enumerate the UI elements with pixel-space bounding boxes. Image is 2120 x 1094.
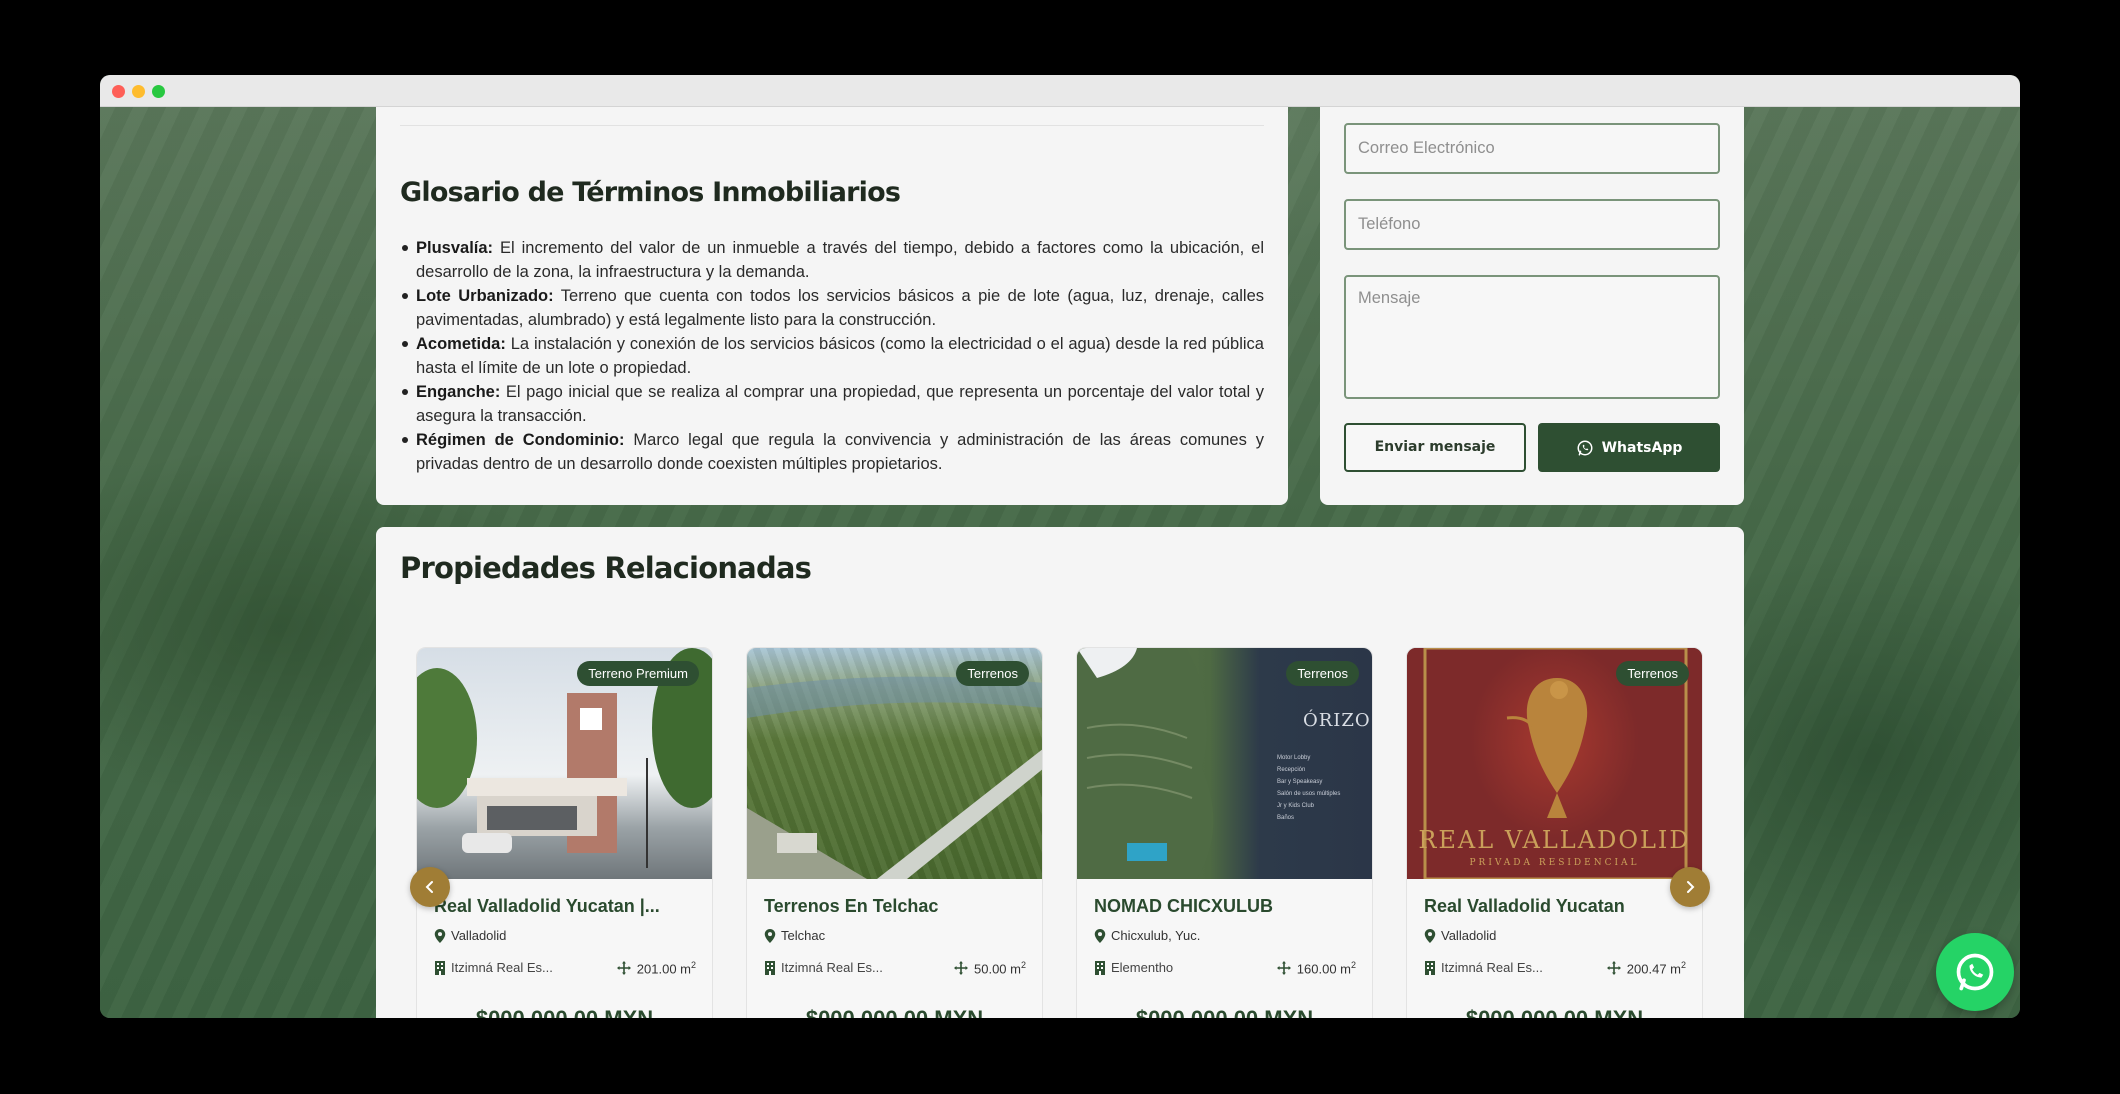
- building-icon: [1095, 960, 1105, 975]
- arrows-expand-icon: [954, 961, 968, 976]
- property-developer-text: Itzimná Real Es...: [451, 960, 553, 975]
- property-card[interactable]: REAL VALLADOLID PRIVADA RESIDENCIAL Terr…: [1406, 647, 1703, 1018]
- property-developer-text: Itzimná Real Es...: [1441, 960, 1543, 975]
- glossary-card: Glosario de Términos Inmobiliarios Plusv…: [376, 107, 1288, 505]
- minimize-window-button[interactable]: [132, 85, 145, 98]
- property-badge: Terrenos: [1286, 661, 1359, 686]
- maximize-window-button[interactable]: [152, 85, 165, 98]
- property-location-text: Valladolid: [451, 928, 507, 943]
- glossary-definition: El pago inicial que se realiza al compra…: [416, 383, 1264, 425]
- property-developer: Itzimná Real Es...: [434, 960, 553, 975]
- orizo-brand: ÓRIZO: [1303, 710, 1371, 731]
- glossary-list: Plusvalía: El incremento del valor de un…: [402, 236, 1265, 476]
- property-card[interactable]: Terrenos Terrenos En Telchac Telchac Itz…: [746, 647, 1043, 1018]
- whatsapp-icon: [1577, 440, 1593, 455]
- property-title[interactable]: NOMAD CHICXULUB: [1094, 896, 1273, 917]
- property-title[interactable]: Real Valladolid Yucatan |...: [434, 896, 660, 917]
- arrows-expand-icon: [616, 961, 631, 976]
- glossary-item: Enganche: El pago inicial que se realiza…: [402, 380, 1264, 428]
- glossary-term: Enganche:: [416, 383, 501, 401]
- property-price: $000,000.00 MXN: [417, 1006, 712, 1018]
- glossary-item: Lote Urbanizado: Terreno que cuenta con …: [402, 284, 1264, 332]
- property-location-text: Chicxulub, Yuc.: [1111, 928, 1201, 943]
- property-image: ÓRIZO Motor Lobby Recepción Bar y Speake…: [1077, 648, 1372, 879]
- carousel-next-button[interactable]: [1670, 867, 1710, 907]
- property-developer-text: Elementho: [1111, 960, 1174, 975]
- property-developer: Itzimná Real Es...: [764, 960, 883, 975]
- send-message-button[interactable]: Enviar mensaje: [1344, 423, 1526, 472]
- close-window-button[interactable]: [112, 85, 125, 98]
- building-icon: [1425, 960, 1435, 975]
- email-field[interactable]: Correo Electrónico: [1344, 123, 1720, 174]
- glossary-definition: La instalación y conexión de los servici…: [416, 335, 1264, 377]
- related-properties-card: Propiedades Relacionadas Terreno Premium…: [376, 527, 1744, 1018]
- glossary-term: Acometida:: [416, 335, 506, 353]
- property-area: 201.00 m2: [616, 960, 696, 977]
- property-area-text: 160.00 m2: [1296, 960, 1356, 977]
- property-badge: Terreno Premium: [577, 661, 699, 686]
- property-title[interactable]: Terrenos En Telchac: [764, 896, 938, 917]
- orizo-amenities: Motor Lobby Recepción Bar y Speakeasy Sa…: [1277, 755, 1341, 821]
- glossary-term: Plusvalía:: [416, 239, 494, 257]
- property-price: $000,000.00 MXN: [747, 1006, 1042, 1018]
- map-pin-icon: [764, 928, 776, 943]
- property-area-text: 50.00 m2: [974, 960, 1026, 977]
- map-pin-icon: [1424, 928, 1436, 943]
- property-area: 160.00 m2: [1276, 960, 1356, 977]
- property-area: 200.47 m2: [1606, 960, 1686, 977]
- glossary-title: Glosario de Términos Inmobiliarios: [400, 177, 901, 208]
- arrows-expand-icon: [1276, 961, 1291, 976]
- whatsapp-button[interactable]: WhatsApp: [1538, 423, 1720, 472]
- property-developer: Elementho: [1094, 960, 1173, 975]
- property-card[interactable]: Terreno Premium Real Valladolid Yucatan …: [416, 647, 713, 1018]
- map-pin-icon: [1094, 928, 1106, 943]
- related-properties-title: Propiedades Relacionadas: [400, 551, 812, 585]
- property-location-text: Valladolid: [1441, 928, 1497, 943]
- building-icon: [765, 960, 775, 975]
- property-badge: Terrenos: [956, 661, 1029, 686]
- building-icon: [435, 960, 445, 975]
- property-image: Terrenos: [747, 648, 1042, 879]
- property-image: Terreno Premium: [417, 648, 712, 879]
- property-image: REAL VALLADOLID PRIVADA RESIDENCIAL Terr…: [1407, 648, 1702, 881]
- whatsapp-button-label: WhatsApp: [1601, 439, 1683, 456]
- glossary-term: Lote Urbanizado:: [416, 287, 554, 305]
- contact-form-card: Correo Electrónico Teléfono Mensaje Envi…: [1320, 107, 1744, 505]
- page-viewport: Glosario de Términos Inmobiliarios Plusv…: [100, 107, 2020, 1018]
- property-location: Chicxulub, Yuc.: [1094, 928, 1200, 943]
- arrows-expand-icon: [1606, 961, 1621, 976]
- property-location: Telchac: [764, 928, 825, 943]
- message-textarea[interactable]: Mensaje: [1344, 275, 1720, 399]
- chevron-left-icon: [425, 881, 433, 893]
- carousel-prev-button[interactable]: [410, 867, 450, 907]
- property-price: $000,000.00 MXN: [1077, 1006, 1372, 1018]
- property-area-text: 200.47 m2: [1626, 960, 1686, 977]
- glossary-item: Plusvalía: El incremento del valor de un…: [402, 236, 1265, 284]
- window-titlebar: [100, 75, 2020, 107]
- whatsapp-icon: [1956, 953, 1994, 991]
- property-area: 50.00 m2: [954, 960, 1026, 976]
- property-badge: Terrenos: [1616, 661, 1689, 686]
- property-title[interactable]: Real Valladolid Yucatan: [1424, 896, 1625, 917]
- property-location: Valladolid: [434, 928, 506, 943]
- floating-whatsapp-button[interactable]: [1936, 933, 2014, 1011]
- glossary-item: Régimen de Condominio: Marco legal que r…: [402, 428, 1264, 476]
- map-pin-icon: [434, 928, 446, 943]
- real-valladolid-subtitle: PRIVADA RESIDENCIAL: [1469, 858, 1640, 868]
- chevron-right-icon: [1687, 881, 1695, 893]
- phone-field[interactable]: Teléfono: [1344, 199, 1720, 250]
- property-price: $000,000.00 MXN: [1407, 1006, 1702, 1018]
- property-developer: Itzimná Real Es...: [1424, 960, 1543, 975]
- property-location-text: Telchac: [781, 928, 826, 943]
- property-area-text: 201.00 m2: [636, 960, 696, 977]
- real-valladolid-wordmark: REAL VALLADOLID: [1418, 826, 1691, 854]
- property-location: Valladolid: [1424, 928, 1496, 943]
- glossary-item: Acometida: La instalación y conexión de …: [402, 332, 1264, 380]
- property-developer-text: Itzimná Real Es...: [781, 960, 883, 975]
- section-divider: [400, 125, 1264, 126]
- glossary-term: Régimen de Condominio:: [416, 431, 625, 449]
- property-card[interactable]: ÓRIZO Motor Lobby Recepción Bar y Speake…: [1076, 647, 1373, 1018]
- browser-window: Glosario de Términos Inmobiliarios Plusv…: [100, 75, 2020, 1018]
- glossary-definition: El incremento del valor de un inmueble a…: [416, 239, 1265, 281]
